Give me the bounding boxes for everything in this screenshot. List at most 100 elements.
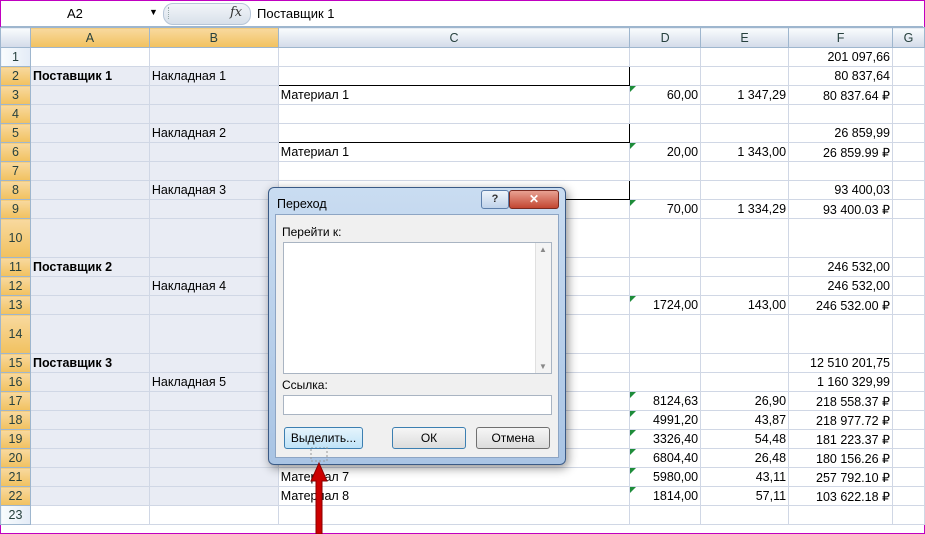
row-header[interactable]: 10	[0, 218, 31, 258]
cell-f[interactable]: 201 097,66	[788, 47, 893, 67]
cell-g[interactable]	[892, 372, 925, 392]
cell-b[interactable]	[148, 295, 279, 315]
cell-e[interactable]	[700, 180, 790, 200]
row-header[interactable]: 7	[0, 161, 31, 181]
row-header[interactable]: 8	[0, 180, 31, 200]
cell-b[interactable]	[148, 429, 279, 449]
cell-b[interactable]	[148, 391, 279, 411]
cell-d[interactable]: 1724,00	[629, 295, 702, 315]
cell-a[interactable]: Поставщик 2	[29, 257, 150, 277]
row-header[interactable]: 14	[0, 314, 31, 354]
cell-a[interactable]: Поставщик 3	[29, 353, 150, 373]
cell-e[interactable]: 43,87	[700, 410, 790, 430]
row-header[interactable]: 6	[0, 142, 31, 162]
cell-e[interactable]	[700, 276, 790, 296]
cell-b[interactable]	[148, 486, 279, 506]
cell-d[interactable]: 6804,40	[629, 448, 702, 468]
cell-f[interactable]: 1 160 329,99	[788, 372, 893, 392]
row-header[interactable]: 22	[0, 486, 31, 506]
cell-d[interactable]	[629, 276, 702, 296]
insert-function-icon[interactable]: fx	[230, 5, 242, 20]
cell-e[interactable]	[700, 104, 790, 124]
cell-b[interactable]	[148, 142, 279, 162]
cell-d[interactable]	[629, 314, 702, 354]
cell-f[interactable]: 246 532,00	[788, 276, 893, 296]
row-header[interactable]: 21	[0, 467, 31, 487]
cell-g[interactable]	[892, 505, 925, 525]
cell-a[interactable]	[29, 180, 150, 200]
cell-e[interactable]	[700, 314, 790, 354]
column-header-b[interactable]: B	[148, 27, 279, 48]
help-button[interactable]: ?	[481, 190, 509, 209]
cell-f[interactable]: 80 837,64	[788, 66, 893, 86]
cell-d[interactable]	[629, 123, 702, 143]
cell-c[interactable]: Материал 8	[277, 486, 631, 506]
cell-c[interactable]: Материал 1	[277, 85, 631, 105]
column-header-g[interactable]: G	[892, 27, 925, 48]
cell-b[interactable]	[148, 314, 279, 354]
cell-c[interactable]: Материал 1	[277, 142, 631, 162]
row-header[interactable]: 15	[0, 353, 31, 373]
chevron-down-icon[interactable]: ▼	[149, 7, 158, 17]
cell-g[interactable]	[892, 486, 925, 506]
cell-e[interactable]	[700, 47, 790, 67]
cell-a[interactable]	[29, 448, 150, 468]
cell-f[interactable]	[788, 161, 893, 181]
cell-a[interactable]: Поставщик 1	[29, 66, 150, 86]
cell-e[interactable]	[700, 372, 790, 392]
cell-e[interactable]	[700, 505, 790, 525]
cell-f[interactable]	[788, 314, 893, 354]
column-header-e[interactable]: E	[700, 27, 790, 48]
column-header-c[interactable]: C	[277, 27, 631, 48]
cell-b[interactable]	[148, 47, 279, 67]
cell-b[interactable]	[148, 257, 279, 277]
cell-b[interactable]	[148, 161, 279, 181]
cell-a[interactable]	[29, 429, 150, 449]
cell-g[interactable]	[892, 180, 925, 200]
cell-c[interactable]	[277, 161, 631, 181]
column-header-f[interactable]: F	[788, 27, 893, 48]
cell-d[interactable]	[629, 161, 702, 181]
cell-a[interactable]	[29, 218, 150, 258]
cell-c[interactable]	[277, 104, 631, 124]
cell-f[interactable]	[788, 104, 893, 124]
special-button[interactable]: Выделить...	[284, 427, 363, 449]
cell-g[interactable]	[892, 391, 925, 411]
cell-c[interactable]: Материал 7	[277, 467, 631, 487]
reference-input[interactable]	[283, 395, 552, 415]
cell-e[interactable]: 26,90	[700, 391, 790, 411]
cell-b[interactable]: Накладная 4	[148, 276, 279, 296]
cell-a[interactable]	[29, 372, 150, 392]
cell-a[interactable]	[29, 142, 150, 162]
cell-d[interactable]: 70,00	[629, 199, 702, 219]
cell-b[interactable]: Накладная 1	[148, 66, 279, 86]
cell-d[interactable]: 3326,40	[629, 429, 702, 449]
cell-e[interactable]: 54,48	[700, 429, 790, 449]
cell-c[interactable]	[277, 66, 631, 86]
cell-g[interactable]	[892, 314, 925, 354]
cell-b[interactable]	[148, 467, 279, 487]
cell-f[interactable]: 80 837.64 ₽	[788, 85, 893, 105]
row-header[interactable]: 19	[0, 429, 31, 449]
cell-f[interactable]: 26 859,99	[788, 123, 893, 143]
cell-b[interactable]	[148, 410, 279, 430]
cell-c[interactable]	[277, 47, 631, 67]
cell-b[interactable]	[148, 85, 279, 105]
goto-list[interactable]: ▲ ▼	[283, 242, 552, 374]
cell-b[interactable]	[148, 353, 279, 373]
row-header[interactable]: 16	[0, 372, 31, 392]
row-header[interactable]: 23	[0, 505, 31, 525]
cell-g[interactable]	[892, 66, 925, 86]
cell-d[interactable]: 1814,00	[629, 486, 702, 506]
cell-g[interactable]	[892, 47, 925, 67]
formula-input[interactable]: Поставщик 1	[257, 6, 335, 21]
cell-g[interactable]	[892, 199, 925, 219]
row-header[interactable]: 1	[0, 47, 31, 67]
cell-a[interactable]	[29, 161, 150, 181]
cell-e[interactable]: 1 347,29	[700, 85, 790, 105]
cell-e[interactable]	[700, 218, 790, 258]
cell-a[interactable]	[29, 47, 150, 67]
cell-a[interactable]	[29, 410, 150, 430]
row-header[interactable]: 4	[0, 104, 31, 124]
cell-g[interactable]	[892, 218, 925, 258]
